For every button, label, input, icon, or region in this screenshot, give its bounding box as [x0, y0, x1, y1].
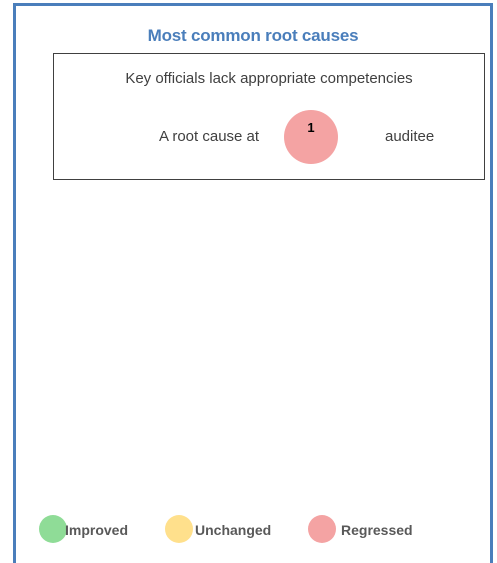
- legend-label-regressed: Regressed: [341, 522, 413, 538]
- unchanged-dot-icon: [165, 515, 193, 543]
- improved-dot-icon: [39, 515, 67, 543]
- root-causes-panel: Most common root causes Key officials la…: [13, 3, 493, 563]
- legend-label-improved: Improved: [65, 522, 129, 538]
- root-cause-suffix: auditee: [385, 128, 435, 145]
- root-cause-heading: Key officials lack appropriate competenc…: [125, 70, 413, 87]
- legend-label-unchanged: Unchanged: [195, 522, 272, 538]
- panel-title: Most common root causes: [147, 26, 359, 45]
- root-cause-summary: A root cause at 1 auditee: [54, 110, 484, 166]
- status-legend: Improved Unchanged Regressed: [16, 514, 490, 544]
- auditee-count-bubble: 1: [284, 110, 338, 164]
- root-cause-card: Key officials lack appropriate competenc…: [53, 53, 485, 180]
- auditee-count: 1: [307, 120, 315, 135]
- regressed-dot-icon: [308, 515, 336, 543]
- root-cause-prefix: A root cause at: [159, 128, 260, 145]
